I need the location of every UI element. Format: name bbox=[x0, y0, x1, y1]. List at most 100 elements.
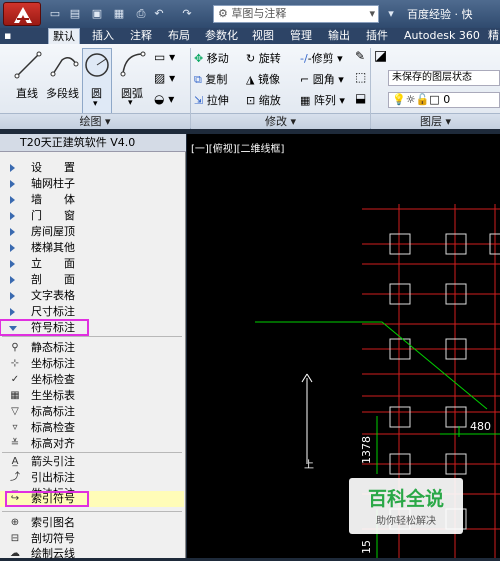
explode-button[interactable]: ⬚ bbox=[355, 70, 366, 84]
tab-plugins[interactable]: 插件 bbox=[366, 28, 388, 44]
stretch-icon: ⇲ bbox=[194, 94, 204, 107]
submenu-elevation-label[interactable]: ▽ 标高标注 bbox=[0, 404, 186, 419]
rotate-icon: ↻ bbox=[246, 52, 256, 65]
tab-default[interactable]: 默认 bbox=[48, 28, 80, 44]
tangent-sidebar: T20天正建筑软件 V4.0 设 置 轴网柱子 墙 体 门 窗 房间屋顶 楼梯其… bbox=[0, 134, 186, 561]
menu-item-axis-grid[interactable]: 轴网柱子 bbox=[0, 176, 186, 191]
submenu-coordinate-table[interactable]: ▦ 生坐标表 bbox=[0, 388, 186, 403]
hatch-button[interactable]: ▨ ▾ bbox=[154, 71, 184, 87]
ribbon-toggle-icon[interactable]: ▪ bbox=[4, 28, 16, 44]
menu-item-rooms-roofs[interactable]: 房间屋顶 bbox=[0, 224, 186, 239]
save-icon[interactable]: ▣ bbox=[90, 7, 104, 20]
coordinate-icon: ⊹ bbox=[10, 358, 20, 369]
submenu-index-name[interactable]: ⊕ 索引图名 bbox=[0, 515, 186, 530]
open-folder-icon[interactable]: ▤ bbox=[68, 7, 82, 20]
move-button[interactable]: ✥ 移动 bbox=[194, 50, 229, 66]
menu-item-dimensions[interactable]: 尺寸标注 bbox=[0, 304, 186, 319]
mirror-button[interactable]: ◮ 镜像 bbox=[246, 71, 280, 87]
line-icon bbox=[14, 51, 42, 79]
leader-icon: ⤴ bbox=[10, 472, 20, 483]
submenu-elevation-check[interactable]: ▿ 标高检查 bbox=[0, 420, 186, 435]
submenu-elevation-align[interactable]: ≚ 标高对齐 bbox=[0, 436, 186, 451]
layers-panel-label[interactable]: 图层 ▾ bbox=[371, 113, 500, 129]
new-file-icon[interactable]: ▭ bbox=[48, 7, 62, 20]
pencil-icon: ✎ bbox=[355, 49, 366, 63]
workspace-select[interactable]: ⚙ 草图与注释 ▾ bbox=[213, 5, 379, 23]
submenu-revision-cloud[interactable]: ☁ 绘制云线 bbox=[0, 546, 186, 561]
undo-icon[interactable]: ↶ bbox=[152, 7, 166, 20]
submenu-index-symbol[interactable]: ↪ 索引符号 bbox=[0, 491, 184, 507]
dimension-text: 15 bbox=[360, 540, 373, 554]
copy-icon: ⧉ bbox=[194, 73, 202, 86]
ribbon-tabs: ▪ 默认 插入 注释 布局 参数化 视图 管理 输出 插件 Autodesk 3… bbox=[0, 28, 500, 44]
customize-qat-icon[interactable]: ▾ bbox=[384, 7, 398, 20]
autocad-logo-icon bbox=[14, 7, 32, 23]
menu-item-text-tables[interactable]: 文字表格 bbox=[0, 288, 186, 303]
layer-state-label: 未保存的图层状态 bbox=[392, 72, 472, 83]
pin-icon: ⚲ bbox=[11, 342, 19, 353]
watermark-title: 百科全说 bbox=[367, 488, 444, 510]
tab-autodesk-360[interactable]: Autodesk 360 bbox=[404, 28, 480, 44]
menu-item-symbol-annotation[interactable]: 符号标注 bbox=[0, 319, 89, 336]
submenu-coordinate-label[interactable]: ⊹ 坐标标注 bbox=[0, 356, 186, 371]
layer-select[interactable]: 💡☼🔓□ 0 bbox=[388, 92, 500, 108]
application-menu-button[interactable] bbox=[3, 2, 41, 26]
line-button[interactable]: 直线 bbox=[10, 48, 46, 100]
draw-panel-label[interactable]: 绘图 ▾ bbox=[0, 113, 190, 129]
submenu-section-symbol[interactable]: ⊟ 剖切符号 bbox=[0, 531, 186, 546]
array-button[interactable]: ▦ 阵列 ▾ bbox=[300, 92, 345, 108]
elevation-align-icon: ≚ bbox=[10, 438, 20, 449]
tab-output[interactable]: 输出 bbox=[328, 28, 350, 44]
trim-button[interactable]: -/-修剪 ▾ bbox=[300, 50, 343, 66]
print-icon[interactable]: ⎙ bbox=[134, 7, 148, 20]
menu-item-doors-windows[interactable]: 门 窗 bbox=[0, 208, 186, 223]
tab-parametric[interactable]: 参数化 bbox=[205, 28, 238, 44]
circle-button[interactable]: 圆 ▾ bbox=[82, 48, 112, 116]
workspace-label: 草图与注释 bbox=[231, 7, 287, 20]
explode-icon: ⬚ bbox=[355, 70, 367, 84]
tab-view[interactable]: 视图 bbox=[252, 28, 274, 44]
divider bbox=[2, 452, 182, 453]
draw-more-button[interactable]: ◒ ▾ bbox=[154, 92, 184, 108]
watermark-subtitle: 助你轻松解决 bbox=[376, 516, 436, 527]
dimension-text: 1378 bbox=[360, 436, 373, 464]
submenu-static-label[interactable]: ⚲ 静态标注 bbox=[0, 340, 186, 355]
fillet-button[interactable]: ⌐ 圆角 ▾ bbox=[300, 71, 344, 87]
submenu-arrow-leader[interactable]: A̲ 箭头引注 bbox=[0, 454, 186, 469]
polyline-label: 多段线 bbox=[46, 87, 79, 100]
layer-stack-icon: ◪ bbox=[374, 48, 388, 64]
elevation-icon: ▽ bbox=[11, 406, 19, 417]
redo-icon[interactable]: ↷ bbox=[180, 7, 194, 20]
menu-item-elevation[interactable]: 立 面 bbox=[0, 256, 186, 271]
scale-icon: ⊡ bbox=[246, 94, 256, 107]
offset-icon: ⬓ bbox=[355, 91, 367, 105]
rectangle-button[interactable]: ▭ ▾ bbox=[154, 50, 184, 66]
modify-panel-label[interactable]: 修改 ▾ bbox=[191, 113, 370, 129]
menu-item-walls[interactable]: 墙 体 bbox=[0, 192, 186, 207]
submenu-leader-label[interactable]: ⤴ 引出标注 bbox=[0, 470, 186, 485]
tab-insert[interactable]: 插入 bbox=[92, 28, 114, 44]
scale-button[interactable]: ⊡ 缩放 bbox=[246, 92, 281, 108]
polyline-button[interactable]: 多段线 bbox=[44, 48, 84, 100]
arc-button[interactable]: 圆弧 ▾ bbox=[116, 48, 150, 116]
menu-item-settings[interactable]: 设 置 bbox=[0, 160, 186, 175]
layer-properties-button[interactable]: ◪ bbox=[374, 48, 387, 64]
tab-featured[interactable]: 精 bbox=[488, 28, 499, 44]
stretch-button[interactable]: ⇲ 拉伸 bbox=[194, 92, 229, 108]
tab-manage[interactable]: 管理 bbox=[290, 28, 312, 44]
tab-annotate[interactable]: 注释 bbox=[130, 28, 152, 44]
save-as-icon[interactable]: ▦ bbox=[112, 7, 126, 20]
coordinate-table-icon: ▦ bbox=[10, 390, 20, 401]
tab-layout[interactable]: 布局 bbox=[168, 28, 190, 44]
hatch-icon: ▨ ▾ bbox=[154, 71, 176, 85]
submenu-coordinate-check[interactable]: ✓ 坐标检查 bbox=[0, 372, 186, 387]
copy-button[interactable]: ⧉ 复制 bbox=[194, 71, 227, 87]
menu-item-section[interactable]: 剖 面 bbox=[0, 272, 186, 287]
menu-item-stairs-other[interactable]: 楼梯其他 bbox=[0, 240, 186, 255]
rotate-button[interactable]: ↻ 旋转 bbox=[246, 50, 281, 66]
erase-button[interactable]: ✎ bbox=[355, 49, 365, 63]
offset-button[interactable]: ⬓ bbox=[355, 91, 366, 105]
sidebar-title: T20天正建筑软件 V4.0 bbox=[0, 134, 186, 152]
mirror-icon: ◮ bbox=[246, 73, 255, 86]
layer-state-select[interactable]: 未保存的图层状态 bbox=[388, 70, 500, 86]
